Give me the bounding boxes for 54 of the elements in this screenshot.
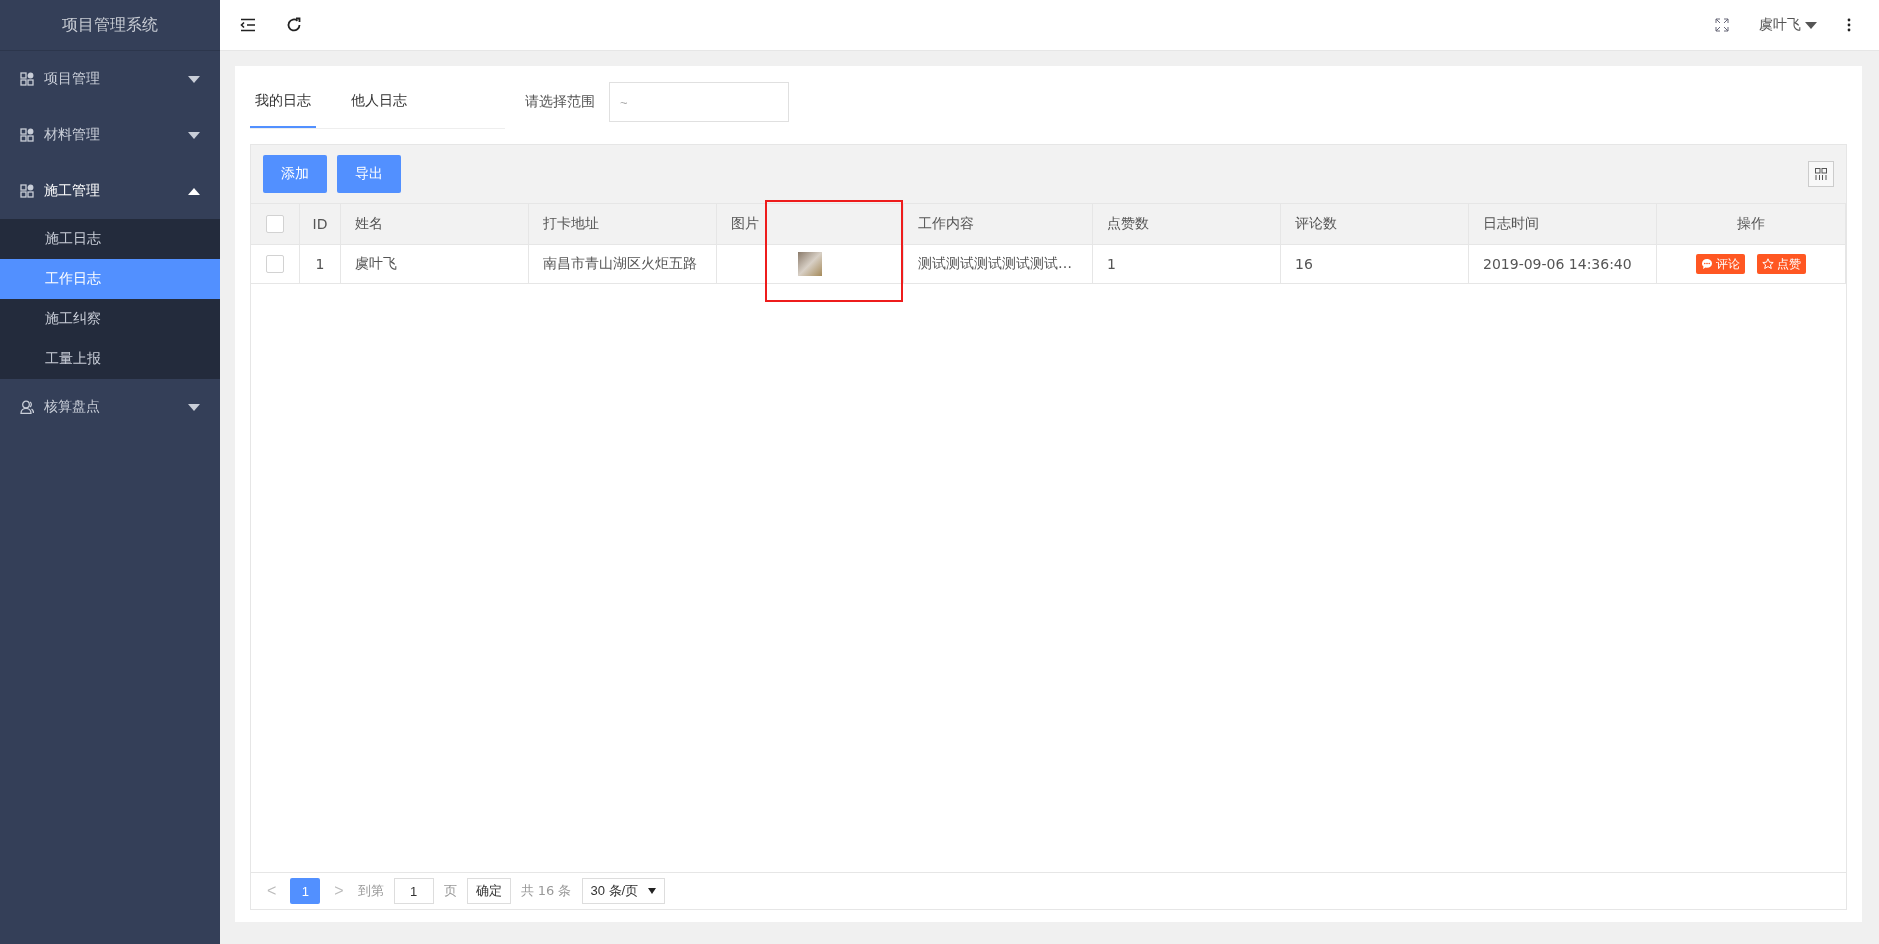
table-cell: 1 [1093,244,1281,284]
range-label: 请选择范围 [525,93,595,111]
tab[interactable]: 我的日志 [250,75,316,128]
table-cell: 16 [1281,244,1469,284]
caret-icon [188,403,200,411]
caret-icon [1805,21,1817,29]
column-header: 点赞数 [1093,203,1281,244]
page-input[interactable]: 1 [393,878,434,904]
user-menu[interactable]: 虞叶飞 [1759,16,1817,34]
caret-icon [188,131,200,139]
menu-icon[interactable] [240,18,256,32]
column-header: 图片 [717,203,904,244]
goto-label: 到第 [357,882,384,900]
table-cell: 南昌市青山湖区火炬五路 [529,244,717,284]
sidebar-group[interactable]: 施工管理 [0,163,220,219]
table-cell: 虞叶飞 [341,244,529,284]
column-header: 评论数 [1281,203,1469,244]
grid-icon [20,184,34,198]
column-header: 日志时间 [1469,203,1657,244]
page-size-select[interactable]: 30 条/页 [581,878,666,904]
table-cell: 测试测试测试测试测试… [904,244,1093,284]
sidebar-item[interactable]: 施工纠察 [0,299,220,339]
more-icon[interactable] [1847,18,1851,32]
tab[interactable]: 他人日志 [346,75,412,128]
page-unit: 页 [443,882,457,900]
fullscreen-icon[interactable] [1715,18,1729,32]
grid-icon [20,72,34,86]
confirm-button[interactable]: 确定 [466,878,511,904]
sidebar-group[interactable]: 核算盘点 [0,379,220,435]
sidebar-item[interactable]: 工量上报 [0,339,220,379]
sidebar-group[interactable]: 材料管理 [0,107,220,163]
table-cell: 2019-09-06 14:36:40 [1469,244,1657,284]
star-icon [1762,258,1774,270]
chat-bubble-icon [1701,258,1713,270]
caret-icon [188,75,200,83]
column-header: 姓名 [341,203,529,244]
column-header: 打卡地址 [529,203,717,244]
sidebar-group[interactable]: 项目管理 [0,51,220,107]
select-all-checkbox[interactable] [266,215,284,233]
date-range-field[interactable]: ~ [609,82,789,122]
table-cell: 1 [300,244,341,284]
grid-icon [20,128,34,142]
caret-icon [648,888,657,894]
sidebar-item[interactable]: 施工日志 [0,219,220,259]
columns-button[interactable] [1808,161,1834,187]
user-icon [20,400,34,414]
row-checkbox[interactable] [266,255,284,273]
column-header: 工作内容 [904,203,1093,244]
refresh-icon[interactable] [286,17,302,33]
caret-icon [188,187,200,195]
column-header: 操作 [1657,203,1846,244]
column-header: ID [300,203,341,244]
total-count: 共 16 条 [520,882,572,900]
columns-icon [1815,168,1827,180]
